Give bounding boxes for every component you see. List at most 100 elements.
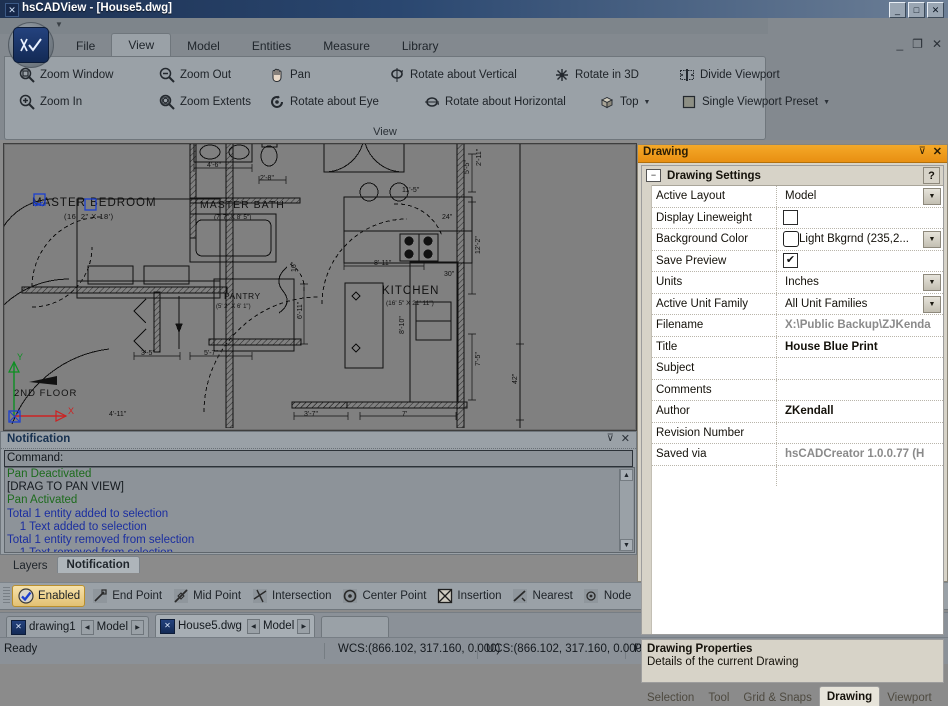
snap-insertion-button[interactable]: Insertion [432, 586, 505, 606]
table-row[interactable]: Saved via hsCADCreator 1.0.0.77 (H [642, 444, 943, 466]
tab-notification[interactable]: Notification [56, 556, 140, 573]
property-value-cell[interactable]: ZKendall [777, 401, 943, 422]
property-value-cell[interactable] [777, 358, 943, 379]
snap-center-point-button[interactable]: Center Point [337, 586, 430, 606]
snap-node-button[interactable]: Node [579, 586, 636, 606]
tab-view[interactable]: View [111, 33, 172, 56]
property-value-cell[interactable]: House Blue Print [777, 336, 943, 357]
dock-tab-selection[interactable]: Selection [640, 689, 701, 706]
tab-entities[interactable]: Entities [236, 36, 307, 56]
chevron-down-icon[interactable]: ▼ [923, 295, 941, 313]
maximize-button[interactable]: □ [908, 2, 925, 18]
property-value-cell[interactable]: Model ▼ [777, 186, 943, 207]
chevron-down-icon[interactable]: ▼ [823, 99, 830, 106]
display-lineweight-checkbox[interactable] [783, 210, 798, 226]
table-row[interactable]: Filename X:\Public Backup\ZJKenda [642, 315, 943, 337]
doc-tab-drawing1[interactable]: ✕ drawing1 ◀ Model ▶ [6, 616, 149, 637]
table-row[interactable]: Comments [642, 379, 943, 401]
chevron-down-icon[interactable]: ▼ [923, 231, 941, 248]
layout-next-button[interactable]: ▶ [297, 618, 311, 634]
doc-tab-house5[interactable]: ✕ House5.dwg ◀ Model ▶ [155, 614, 316, 637]
room-label-kitchen: KITCHEN [382, 285, 439, 297]
property-value-cell[interactable]: Inches ▼ [777, 272, 943, 293]
property-value-cell[interactable]: Light Bkgrnd (235,2... ▼ [777, 229, 943, 250]
log-line: 1 Text removed from selection [5, 547, 634, 552]
chevron-down-icon[interactable]: ▼ [923, 274, 941, 291]
chevron-down-icon[interactable]: ▼ [55, 20, 63, 29]
svg-text:4'-11": 4'-11" [109, 411, 127, 418]
table-row[interactable]: Author ZKendall [642, 401, 943, 423]
pan-button[interactable]: Pan [263, 63, 383, 87]
view-preset-top-button[interactable]: Top ▼ [593, 90, 675, 114]
help-button[interactable]: ? [923, 167, 940, 184]
table-row[interactable]: Active Layout Model ▼ [642, 186, 943, 208]
property-value-cell[interactable] [777, 379, 943, 400]
zoom-in-button[interactable]: Zoom In [13, 90, 153, 114]
toolbar-grip[interactable] [3, 587, 10, 605]
dock-tab-tool[interactable]: Tool [701, 689, 736, 706]
mdi-close-button[interactable]: ✕ [932, 38, 942, 50]
rotate-about-eye-button[interactable]: Rotate about Eye [263, 90, 418, 114]
property-group-header[interactable]: − Drawing Settings ? [642, 166, 943, 186]
log-scrollbar[interactable]: ▲ ▼ [619, 469, 633, 551]
pin-icon[interactable]: ⊽ [607, 433, 614, 444]
tab-library[interactable]: Library [386, 36, 455, 56]
chevron-down-icon[interactable]: ▼ [923, 188, 941, 205]
table-row[interactable]: Display Lineweight [642, 207, 943, 229]
zoom-extents-button[interactable]: Zoom Extents [153, 90, 263, 114]
property-value-cell[interactable]: ✔ [777, 250, 943, 271]
close-button[interactable]: ✕ [927, 2, 944, 18]
rotate-about-horizontal-button[interactable]: Rotate about Horizontal [418, 90, 593, 114]
scroll-up-icon[interactable]: ▲ [620, 469, 633, 481]
drawing-canvas[interactable]: MASTER BEDROOM (16' 2" X 18') MASTER BAT… [3, 143, 637, 431]
tab-layers[interactable]: Layers [4, 558, 57, 573]
table-row[interactable]: Background Color Light Bkgrnd (235,2... … [642, 229, 943, 251]
scroll-down-icon[interactable]: ▼ [620, 539, 633, 551]
mdi-restore-button[interactable]: ❐ [912, 38, 923, 50]
snap-enabled-toggle[interactable]: Enabled [12, 585, 86, 607]
save-preview-checkbox[interactable]: ✔ [783, 253, 798, 269]
rotate-in-3d-button[interactable]: Rotate in 3D [548, 63, 673, 87]
snap-intersection-button[interactable]: Intersection [247, 586, 335, 606]
mdi-minimize-button[interactable]: _ [896, 38, 903, 50]
zoom-out-button[interactable]: Zoom Out [153, 63, 263, 87]
color-swatch[interactable] [783, 231, 799, 248]
table-row[interactable]: Subject [642, 358, 943, 380]
single-viewport-preset-button[interactable]: Single Viewport Preset ▼ [675, 90, 845, 114]
close-icon[interactable]: ✕ [933, 145, 942, 158]
doc-tab-empty[interactable] [321, 616, 390, 637]
layout-next-button[interactable]: ▶ [131, 619, 144, 635]
pin-icon[interactable]: ⊽ [919, 146, 926, 157]
snap-mid-point-button[interactable]: Mid Point [168, 586, 245, 606]
rotate-about-vertical-button[interactable]: Rotate about Vertical [383, 63, 548, 87]
log-line: Pan Activated [7, 494, 78, 507]
layout-prev-button[interactable]: ◀ [80, 619, 94, 635]
pan-hand-icon [268, 67, 285, 84]
chevron-down-icon[interactable]: ▼ [644, 99, 651, 106]
layout-prev-button[interactable]: ◀ [246, 618, 260, 634]
dock-tab-viewport[interactable]: Viewport [880, 689, 939, 706]
command-input[interactable]: Command: [4, 450, 633, 467]
close-icon[interactable]: ✕ [621, 432, 630, 445]
app-menu-button[interactable] [8, 22, 54, 68]
snap-end-point-button[interactable]: End Point [87, 586, 166, 606]
notification-log[interactable]: Pan Deactivated [DRAG TO PAN VIEW] Pan A… [4, 467, 635, 553]
property-value-cell[interactable] [777, 422, 943, 443]
table-row[interactable]: Save Preview ✔ [642, 250, 943, 272]
property-value-cell[interactable] [777, 207, 943, 228]
tab-measure[interactable]: Measure [307, 36, 386, 56]
dock-tab-grid-snaps[interactable]: Grid & Snaps [736, 689, 818, 706]
tab-model[interactable]: Model [171, 36, 236, 56]
table-row[interactable]: Active Unit Family All Unit Families ▼ [642, 293, 943, 315]
tab-file[interactable]: File [60, 36, 111, 56]
rotate-about-horizontal-label: Rotate about Horizontal [445, 96, 566, 108]
property-value-cell[interactable]: All Unit Families ▼ [777, 293, 943, 314]
dock-tab-drawing[interactable]: Drawing [818, 686, 881, 706]
table-row[interactable]: Title House Blue Print [642, 336, 943, 358]
snap-nearest-button[interactable]: Nearest [508, 586, 577, 606]
minimize-button[interactable]: _ [889, 2, 906, 18]
table-row[interactable]: Units Inches ▼ [642, 272, 943, 294]
divide-viewport-button[interactable]: Divide Viewport [673, 63, 813, 87]
table-row[interactable]: Revision Number [642, 422, 943, 444]
collapse-icon[interactable]: − [646, 169, 661, 182]
